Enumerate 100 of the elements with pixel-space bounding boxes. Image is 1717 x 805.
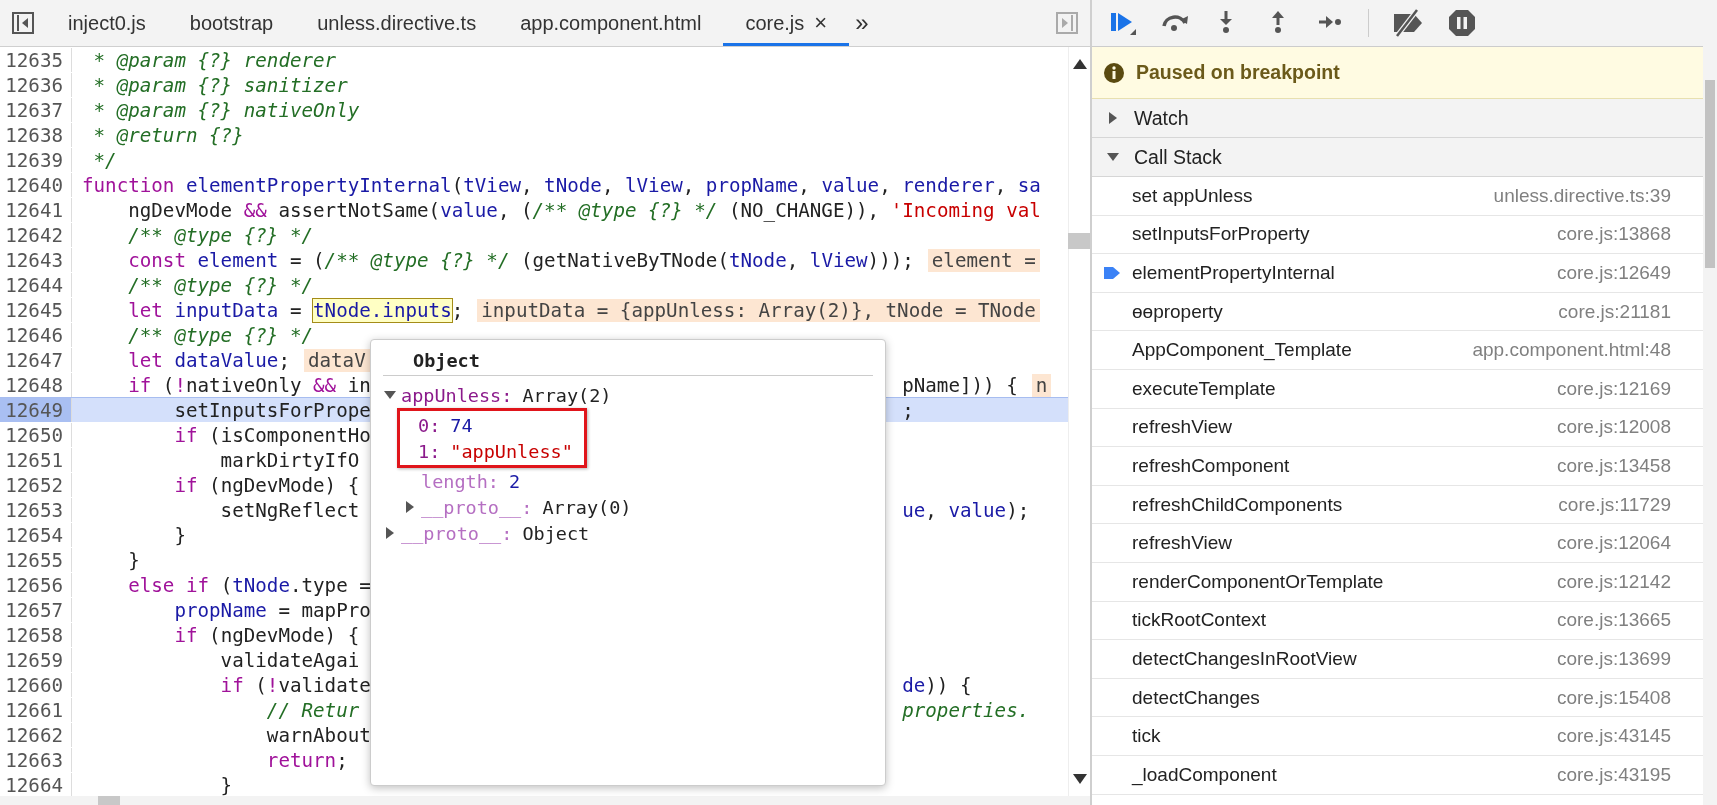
code-text: * @param {?} renderer <box>92 49 337 72</box>
frame-name: refreshComponent <box>1132 454 1290 477</box>
frame-location[interactable]: core.js:21181 <box>1558 300 1671 323</box>
code-text: ; <box>902 399 914 422</box>
code-text: ngDevMode && assertNotSame(value, (/** @type {?} */ (NO_CHANGE)), 'Incoming val <box>127 199 1041 222</box>
frame-name: setInputsForProperty <box>1132 223 1310 246</box>
code-text: function elementPropertyInternal(tView, tNode, lView, propName, value, renderer, sa <box>82 174 1041 197</box>
code-text: if (!validate <box>219 674 371 697</box>
frame-location[interactable]: core.js:13868 <box>1556 223 1671 246</box>
frame-name: detectChanges <box>1132 686 1260 709</box>
line-number[interactable]: 12649 <box>0 398 72 422</box>
code-text: if (ngDevMode) { <box>173 624 360 647</box>
hovered-expression[interactable]: tNode.inputs <box>313 299 452 322</box>
code-text: validateAgai <box>219 649 360 672</box>
section-header[interactable]: Call Stack <box>1092 138 1703 177</box>
frame-location[interactable]: core.js:15408 <box>1556 686 1671 709</box>
property-entry[interactable]: length: 2 <box>421 470 521 492</box>
frame-name: refreshView <box>1132 532 1232 555</box>
property-entry[interactable]: 0: 74 <box>418 414 473 436</box>
frame-location[interactable]: core.js:13458 <box>1556 454 1671 477</box>
code-text: if (!nativeOnly && in <box>127 374 371 397</box>
file-tab[interactable]: inject0.js <box>46 0 168 46</box>
frame-location[interactable]: core.js:12649 <box>1556 262 1671 284</box>
frame-name: tickRootContext <box>1132 609 1267 632</box>
frame-location[interactable]: app.component.html:48 <box>1472 339 1671 362</box>
code-text: let inputData = <box>127 299 303 322</box>
current-frame-arrow-icon <box>1104 265 1120 281</box>
frame-name: refreshView <box>1132 416 1232 439</box>
frame-name: elementPropertyInternal <box>1132 262 1335 284</box>
section-header[interactable]: Watch <box>1092 99 1703 138</box>
inline-value: n <box>1031 374 1052 397</box>
frame-name: _loadComponent <box>1132 763 1277 786</box>
frame-name: executeTemplate <box>1132 377 1276 400</box>
frame-location[interactable]: core.js:43195 <box>1556 763 1671 786</box>
frame-location[interactable]: core.js:43145 <box>1556 725 1671 748</box>
code-text: ; <box>451 299 464 322</box>
frame-location[interactable]: core.js:13665 <box>1556 609 1671 632</box>
scroll-up-icon[interactable] <box>1072 59 1087 69</box>
frame-location[interactable]: unless.directive.ts:39 <box>1493 184 1671 207</box>
inline-value: dataV <box>303 349 370 372</box>
code-text: pName])) { <box>902 374 1018 397</box>
scrollbar-thumb[interactable] <box>1705 80 1715 268</box>
frame-location[interactable]: core.js:12142 <box>1556 570 1671 593</box>
code-text: setNgReflect <box>219 499 360 522</box>
code-text: return; <box>265 749 348 772</box>
code-text: * @param {?} sanitizer <box>92 74 348 97</box>
frame-name: AppComponent_Template <box>1132 339 1352 362</box>
code-text: /** @type {?} */ <box>127 224 314 247</box>
code-text: /** @type {?} */ <box>127 324 314 347</box>
code-text: * @param {?} nativeOnly <box>92 99 360 122</box>
file-tab[interactable]: unless.directive.ts <box>295 0 499 46</box>
code-text: de)) { <box>902 674 972 697</box>
info-icon <box>1104 62 1124 83</box>
code-text: if (ngDevMode) { <box>173 474 360 497</box>
property-entry[interactable]: __proto__: Object <box>401 522 590 544</box>
inline-value: element = <box>927 249 1040 272</box>
code-text: setInputsForPrope <box>173 399 371 422</box>
property-entry[interactable]: appUnless: Array(2) <box>401 384 612 406</box>
code-text: markDirtyIfO <box>219 449 360 472</box>
property-entry[interactable]: 1: "appUnless" <box>418 440 573 462</box>
code-text: /** @type {?} */ <box>127 274 314 297</box>
code-text: else if (tNode.type = <box>127 574 371 597</box>
code-text: } <box>127 549 140 572</box>
file-tab[interactable]: app.component.html <box>498 0 724 46</box>
frame-name: refreshChildComponents <box>1132 493 1343 516</box>
code-text: warnAbout <box>265 724 371 747</box>
frame-location[interactable]: core.js:13699 <box>1556 647 1671 670</box>
file-tab[interactable]: core.js × <box>723 0 850 46</box>
more-tabs-button[interactable]: » <box>849 0 875 46</box>
scrollbar-thumb[interactable] <box>98 796 120 805</box>
popover-title: Object <box>383 350 873 376</box>
frame-name: detectChangesInRootView <box>1132 647 1357 670</box>
frame-location[interactable]: core.js:11729 <box>1558 493 1671 516</box>
code-text: let dataValue; <box>127 349 290 372</box>
code-text: if (isComponentHo <box>173 424 371 447</box>
property-entry[interactable]: __proto__: Array(0) <box>421 496 632 518</box>
deactivate-breakpoints-icon[interactable] <box>1391 8 1425 38</box>
code-text: } <box>173 524 186 547</box>
scrollbar-thumb[interactable] <box>1068 233 1090 249</box>
frame-name: ɵɵproperty <box>1132 300 1223 323</box>
inline-value: inputData = {appUnless: Array(2)}, tNode = TNode <box>477 299 1040 322</box>
code-text: */ <box>92 149 117 172</box>
paused-message: Paused on breakpoint <box>1136 61 1340 84</box>
code-text: } <box>219 774 233 796</box>
file-tab[interactable]: bootstrap <box>167 0 296 46</box>
code-text: const element = (/** @type {?} */ (getNativeByTNode(tNode, lView))); <box>127 249 914 272</box>
code-text: * @return {?} <box>92 124 244 147</box>
code-text: ue, value); <box>902 499 1030 522</box>
scroll-down-icon[interactable] <box>1072 774 1087 784</box>
frame-location[interactable]: core.js:12169 <box>1556 377 1671 400</box>
frame-location[interactable]: core.js:12008 <box>1556 416 1671 439</box>
frame-name: set appUnless <box>1132 184 1253 207</box>
code-text: properties. <box>902 699 1030 722</box>
code-text: // Retur <box>265 699 360 722</box>
code-text: propName = mapPro <box>173 599 371 622</box>
frame-location[interactable]: core.js:12064 <box>1556 532 1671 555</box>
close-button[interactable]: × <box>814 10 828 36</box>
pause-icon[interactable] <box>1447 8 1477 38</box>
frame-name: renderComponentOrTemplate <box>1132 570 1384 593</box>
frame-name: tick <box>1132 725 1161 748</box>
